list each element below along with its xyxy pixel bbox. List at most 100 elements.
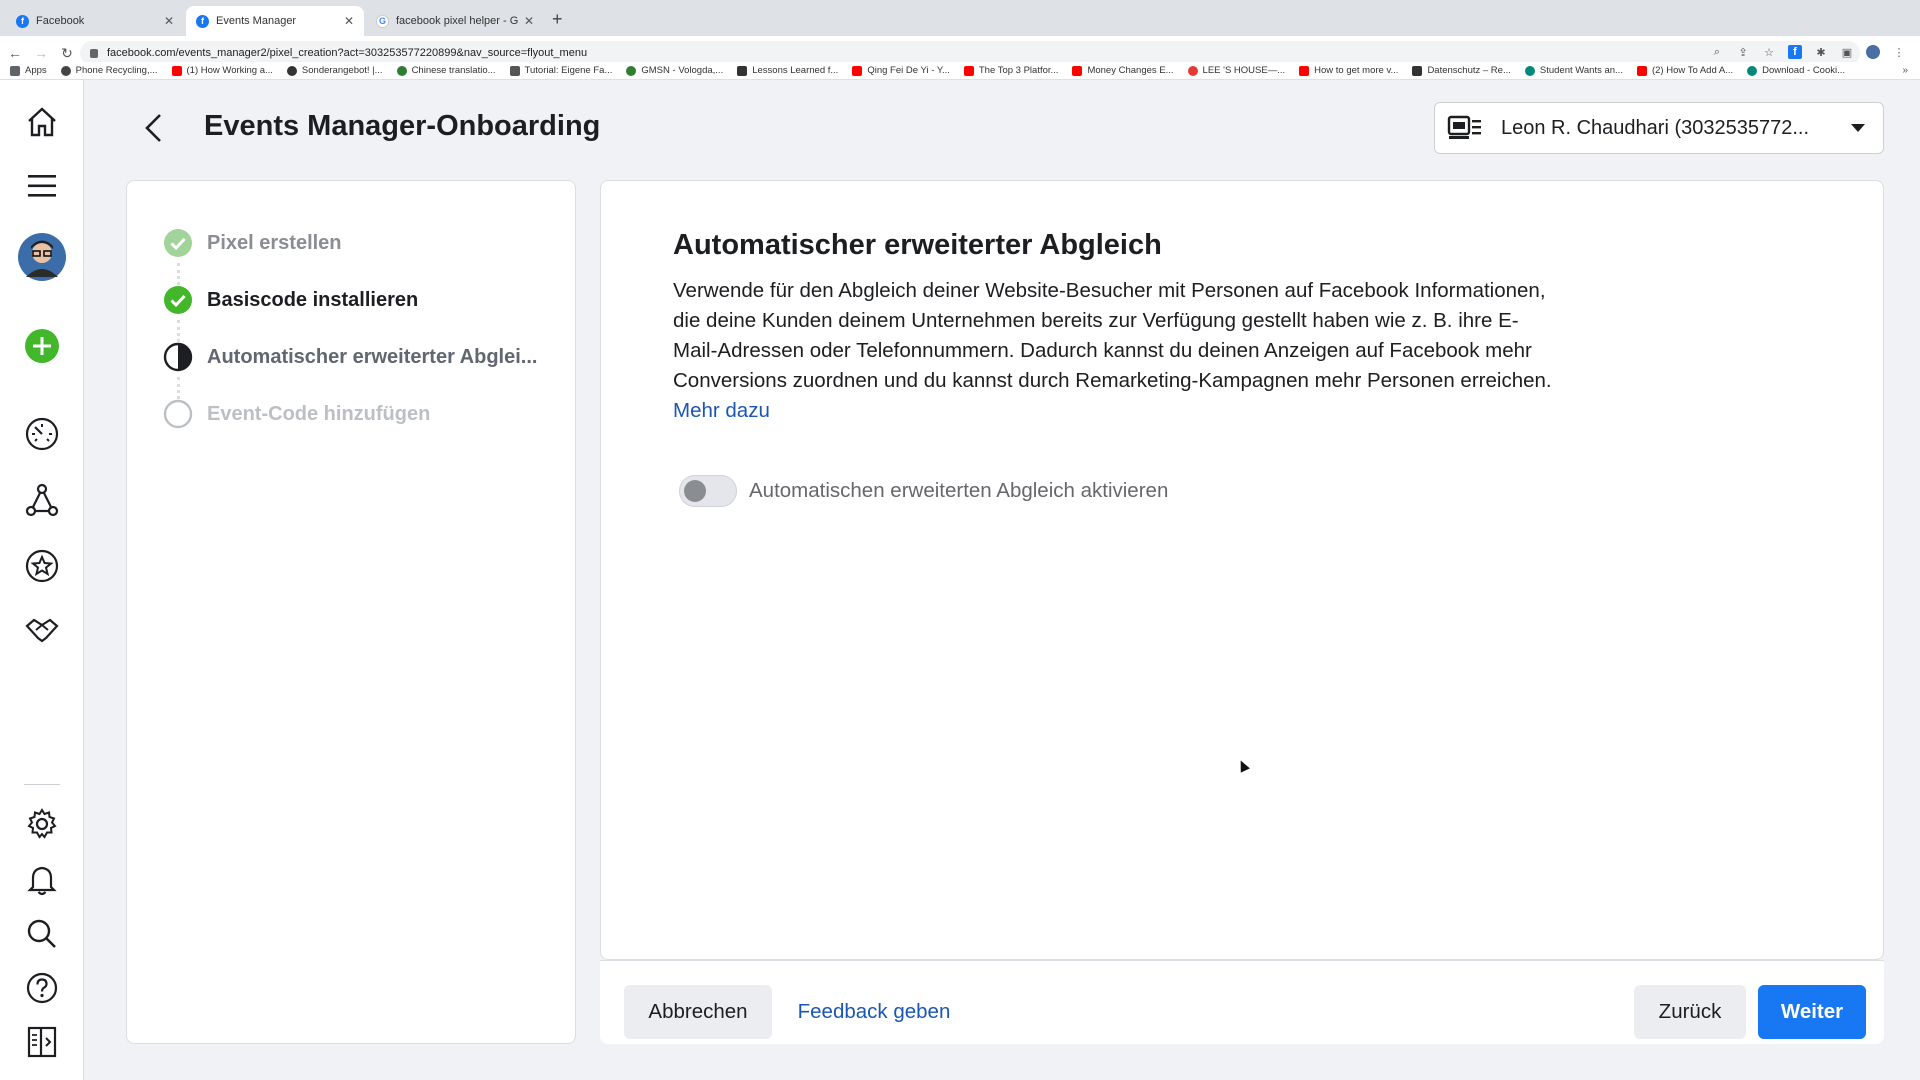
- check-circle-icon: [164, 286, 192, 314]
- bookmark-favicon-icon: [60, 65, 71, 76]
- bookmark-item[interactable]: Student Wants an...: [1524, 65, 1623, 76]
- bookmark-item[interactable]: How to get more v...: [1299, 65, 1398, 76]
- feedback-button[interactable]: Feedback geben: [784, 985, 964, 1039]
- back-arrow-icon[interactable]: ←: [4, 45, 26, 61]
- menu-icon[interactable]: [22, 166, 62, 206]
- bookmark-item[interactable]: Datenschutz – Re...: [1412, 65, 1511, 76]
- bookmark-item[interactable]: Chinese translatio...: [396, 65, 496, 76]
- url-text: facebook.com/events_manager2/pixel_creat…: [107, 47, 588, 59]
- step-connector: [177, 263, 180, 285]
- toggle-panel-icon[interactable]: [22, 1022, 62, 1062]
- caret-down-icon: [1851, 124, 1865, 132]
- profile-avatar-icon[interactable]: [1866, 45, 1880, 59]
- back-button[interactable]: Zurück: [1634, 985, 1746, 1039]
- bookmark-item[interactable]: Tutorial: Eigene Fa...: [509, 65, 613, 76]
- cancel-button[interactable]: Abbrechen: [624, 985, 772, 1039]
- zoom-icon[interactable]: ⌕: [1710, 45, 1724, 59]
- close-icon[interactable]: ✕: [344, 14, 354, 28]
- learn-more-link[interactable]: Mehr dazu: [673, 399, 770, 422]
- bookmark-item[interactable]: Sonderangebot! |...: [286, 65, 383, 76]
- home-icon[interactable]: [22, 102, 62, 142]
- search-icon[interactable]: [22, 914, 62, 954]
- youtube-icon: [171, 65, 182, 76]
- gear-icon[interactable]: [22, 804, 62, 844]
- puzzle-icon[interactable]: ✱: [1814, 45, 1828, 59]
- back-chevron-button[interactable]: [138, 110, 168, 146]
- bookmark-label: LEE 'S HOUSE—...: [1202, 65, 1286, 76]
- bookmark-item[interactable]: The Top 3 Platfor...: [963, 65, 1059, 76]
- footer-action-bar: Abbrechen Feedback geben Zurück Weiter: [600, 960, 1884, 1044]
- step-label: Basiscode installieren: [207, 288, 419, 311]
- youtube-icon: [1072, 65, 1083, 76]
- section-description: Verwende für den Abgleich deiner Website…: [673, 276, 1553, 426]
- youtube-icon: [852, 65, 863, 76]
- bookmark-item[interactable]: Download - Cooki...: [1747, 65, 1845, 76]
- avatar[interactable]: [17, 232, 67, 282]
- star-circle-icon[interactable]: [22, 546, 62, 586]
- help-icon[interactable]: [22, 968, 62, 1008]
- step-label: Automatischer erweiterter Abglei...: [207, 345, 538, 368]
- browser-tab-google[interactable]: G facebook pixel helper - Google ✕: [366, 6, 544, 36]
- bookmark-item[interactable]: GMSN - Vologda,...: [626, 65, 723, 76]
- browser-tab-facebook[interactable]: f Facebook ✕: [6, 6, 184, 36]
- bookmark-label: (2) How To Add A...: [1651, 65, 1734, 76]
- google-icon: G: [376, 14, 389, 28]
- bookmark-item[interactable]: (1) How Working a...: [171, 65, 273, 76]
- step-basiscode-installieren[interactable]: Basiscode installieren: [163, 284, 418, 316]
- bookmark-label: The Top 3 Platfor...: [978, 65, 1059, 76]
- close-icon[interactable]: ✕: [524, 14, 534, 28]
- business-account-icon: [1447, 115, 1481, 139]
- bookmark-favicon-icon: [1747, 65, 1758, 76]
- youtube-icon: [963, 65, 974, 76]
- facebook-extension-icon[interactable]: f: [1788, 45, 1802, 59]
- bookmark-label: Chinese translatio...: [411, 65, 496, 76]
- half-circle-progress-icon: [163, 342, 193, 372]
- step-content-panel: Automatischer erweiterter Abgleich Verwe…: [600, 180, 1884, 960]
- new-tab-icon[interactable]: +: [552, 9, 563, 30]
- step-pixel-erstellen[interactable]: Pixel erstellen: [163, 227, 342, 259]
- facebook-icon: f: [16, 14, 29, 28]
- bookmark-label: Tutorial: Eigene Fa...: [524, 65, 613, 76]
- bookmark-label: How to get more v...: [1314, 65, 1399, 76]
- sidebar-icon[interactable]: ▣: [1840, 45, 1854, 59]
- handshake-icon[interactable]: [22, 610, 62, 650]
- bookmark-item[interactable]: Apps: [10, 65, 47, 76]
- network-nodes-icon[interactable]: [22, 480, 62, 520]
- bookmark-item[interactable]: Phone Recycling,...: [60, 65, 158, 76]
- bookmarks-bar: Apps Phone Recycling,... (1) How Working…: [0, 62, 1920, 80]
- bookmark-label: Lessons Learned f...: [752, 65, 839, 76]
- tab-label: Events Manager: [216, 15, 297, 27]
- browser-tab-events-manager[interactable]: f Events Manager ✕: [186, 6, 364, 36]
- close-icon[interactable]: ✕: [164, 14, 174, 28]
- bookmark-item[interactable]: LEE 'S HOUSE—...: [1187, 65, 1286, 76]
- step-label: Event-Code hinzufügen: [207, 402, 431, 425]
- check-circle-icon: [164, 229, 192, 257]
- step-automatischer-abgleich[interactable]: Automatischer erweiterter Abglei...: [163, 341, 537, 373]
- next-button[interactable]: Weiter: [1758, 985, 1866, 1039]
- bell-icon[interactable]: [22, 860, 62, 900]
- youtube-icon: [1636, 65, 1647, 76]
- empty-circle-icon: [163, 399, 193, 429]
- bookmark-item[interactable]: (2) How To Add A...: [1636, 65, 1734, 76]
- account-name: Leon R. Chaudhari (3032535772...: [1501, 116, 1810, 139]
- dashboard-gauge-icon[interactable]: [22, 414, 62, 454]
- bookmark-item[interactable]: Qing Fei De Yi - Y...: [852, 65, 950, 76]
- ad-account-dropdown[interactable]: Leon R. Chaudhari (3032535772...: [1434, 102, 1884, 154]
- extension-icons: ⌕ ⇪ ☆ f ✱ ▣ ⋮: [1710, 45, 1906, 59]
- advanced-matching-toggle[interactable]: [679, 475, 737, 507]
- star-icon[interactable]: ☆: [1762, 45, 1776, 59]
- bookmark-favicon-icon: [626, 65, 637, 76]
- forward-arrow-icon[interactable]: →: [30, 45, 52, 61]
- page-title: Events Manager-Onboarding: [204, 110, 601, 142]
- share-icon[interactable]: ⇪: [1736, 45, 1750, 59]
- bookmark-label: Sonderangebot! |...: [301, 65, 383, 76]
- step-event-code-hinzufuegen[interactable]: Event-Code hinzufügen: [163, 398, 430, 430]
- bookmark-item[interactable]: Lessons Learned f...: [737, 65, 838, 76]
- advanced-matching-toggle-row: Automatischen erweiterten Abgleich aktiv…: [679, 475, 1168, 507]
- toggle-knob: [684, 480, 706, 502]
- bookmark-item[interactable]: Money Changes E...: [1072, 65, 1174, 76]
- menu-dots-icon[interactable]: ⋮: [1892, 45, 1906, 59]
- reload-icon[interactable]: ↻: [56, 45, 78, 62]
- create-plus-icon[interactable]: [22, 326, 62, 366]
- bookmarks-more-icon[interactable]: »: [1902, 65, 1908, 76]
